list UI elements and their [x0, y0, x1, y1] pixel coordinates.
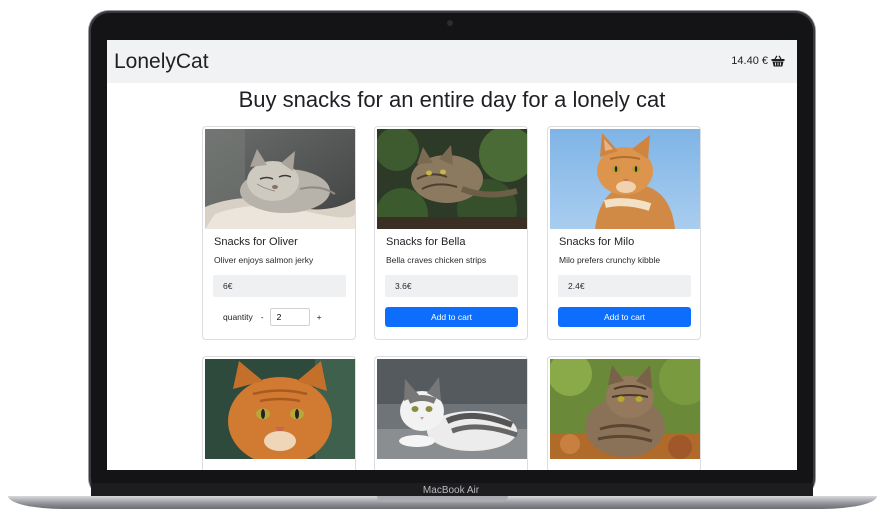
product-card-row2-3 [547, 356, 701, 470]
cat-photo-tabby [550, 359, 700, 459]
product-card-bella: Snacks for Bella Bella craves chicken st… [374, 126, 528, 340]
product-title: Snacks for Milo [559, 236, 635, 248]
add-to-cart-button[interactable]: Add to cart [558, 307, 691, 327]
camera-icon [447, 20, 453, 26]
navbar: LonelyCat 14.40 € [107, 40, 797, 83]
cat-photo-oliver [205, 129, 355, 229]
brand-logo[interactable]: LonelyCat [114, 50, 209, 74]
laptop-model-label: MacBook Air [422, 485, 480, 496]
cat-photo-orange [205, 359, 355, 459]
product-title: Snacks for Oliver [214, 236, 298, 248]
page-title: Buy snacks for an entire day for a lonel… [238, 87, 666, 112]
quantity-input[interactable] [269, 308, 310, 326]
product-card-milo: Snacks for Milo Milo prefers crunchy kib… [547, 126, 701, 340]
product-description: Milo prefers crunchy kibble [559, 255, 661, 265]
laptop-notch [377, 496, 508, 502]
quantity-decrement-button[interactable]: - [261, 312, 264, 322]
product-price: 2.4€ [558, 275, 691, 297]
product-card-oliver: Snacks for Oliver Oliver enjoys salmon j… [202, 126, 356, 340]
product-price: 6€ [213, 275, 346, 297]
add-to-cart-button[interactable]: Add to cart [385, 307, 518, 327]
cat-photo-bella [377, 129, 527, 229]
product-title: Snacks for Bella [386, 236, 466, 248]
cat-photo-milo [550, 129, 700, 229]
quantity-stepper: quantity - + [223, 307, 343, 327]
product-description: Bella craves chicken strips [386, 255, 487, 265]
quantity-increment-button[interactable]: + [317, 312, 322, 322]
browser-viewport: LonelyCat 14.40 € Buy snacks for an enti… [107, 40, 797, 470]
product-price: 3.6€ [385, 275, 518, 297]
basket-icon[interactable] [771, 55, 785, 67]
cart-total: 14.40 € [731, 55, 768, 67]
cart-summary[interactable]: 14.40 € [731, 55, 785, 67]
product-card-row2-2 [374, 356, 528, 470]
quantity-label: quantity [223, 312, 253, 322]
cat-photo-kitten [377, 359, 527, 459]
product-description: Oliver enjoys salmon jerky [214, 255, 314, 265]
product-card-row2-1 [202, 356, 356, 470]
